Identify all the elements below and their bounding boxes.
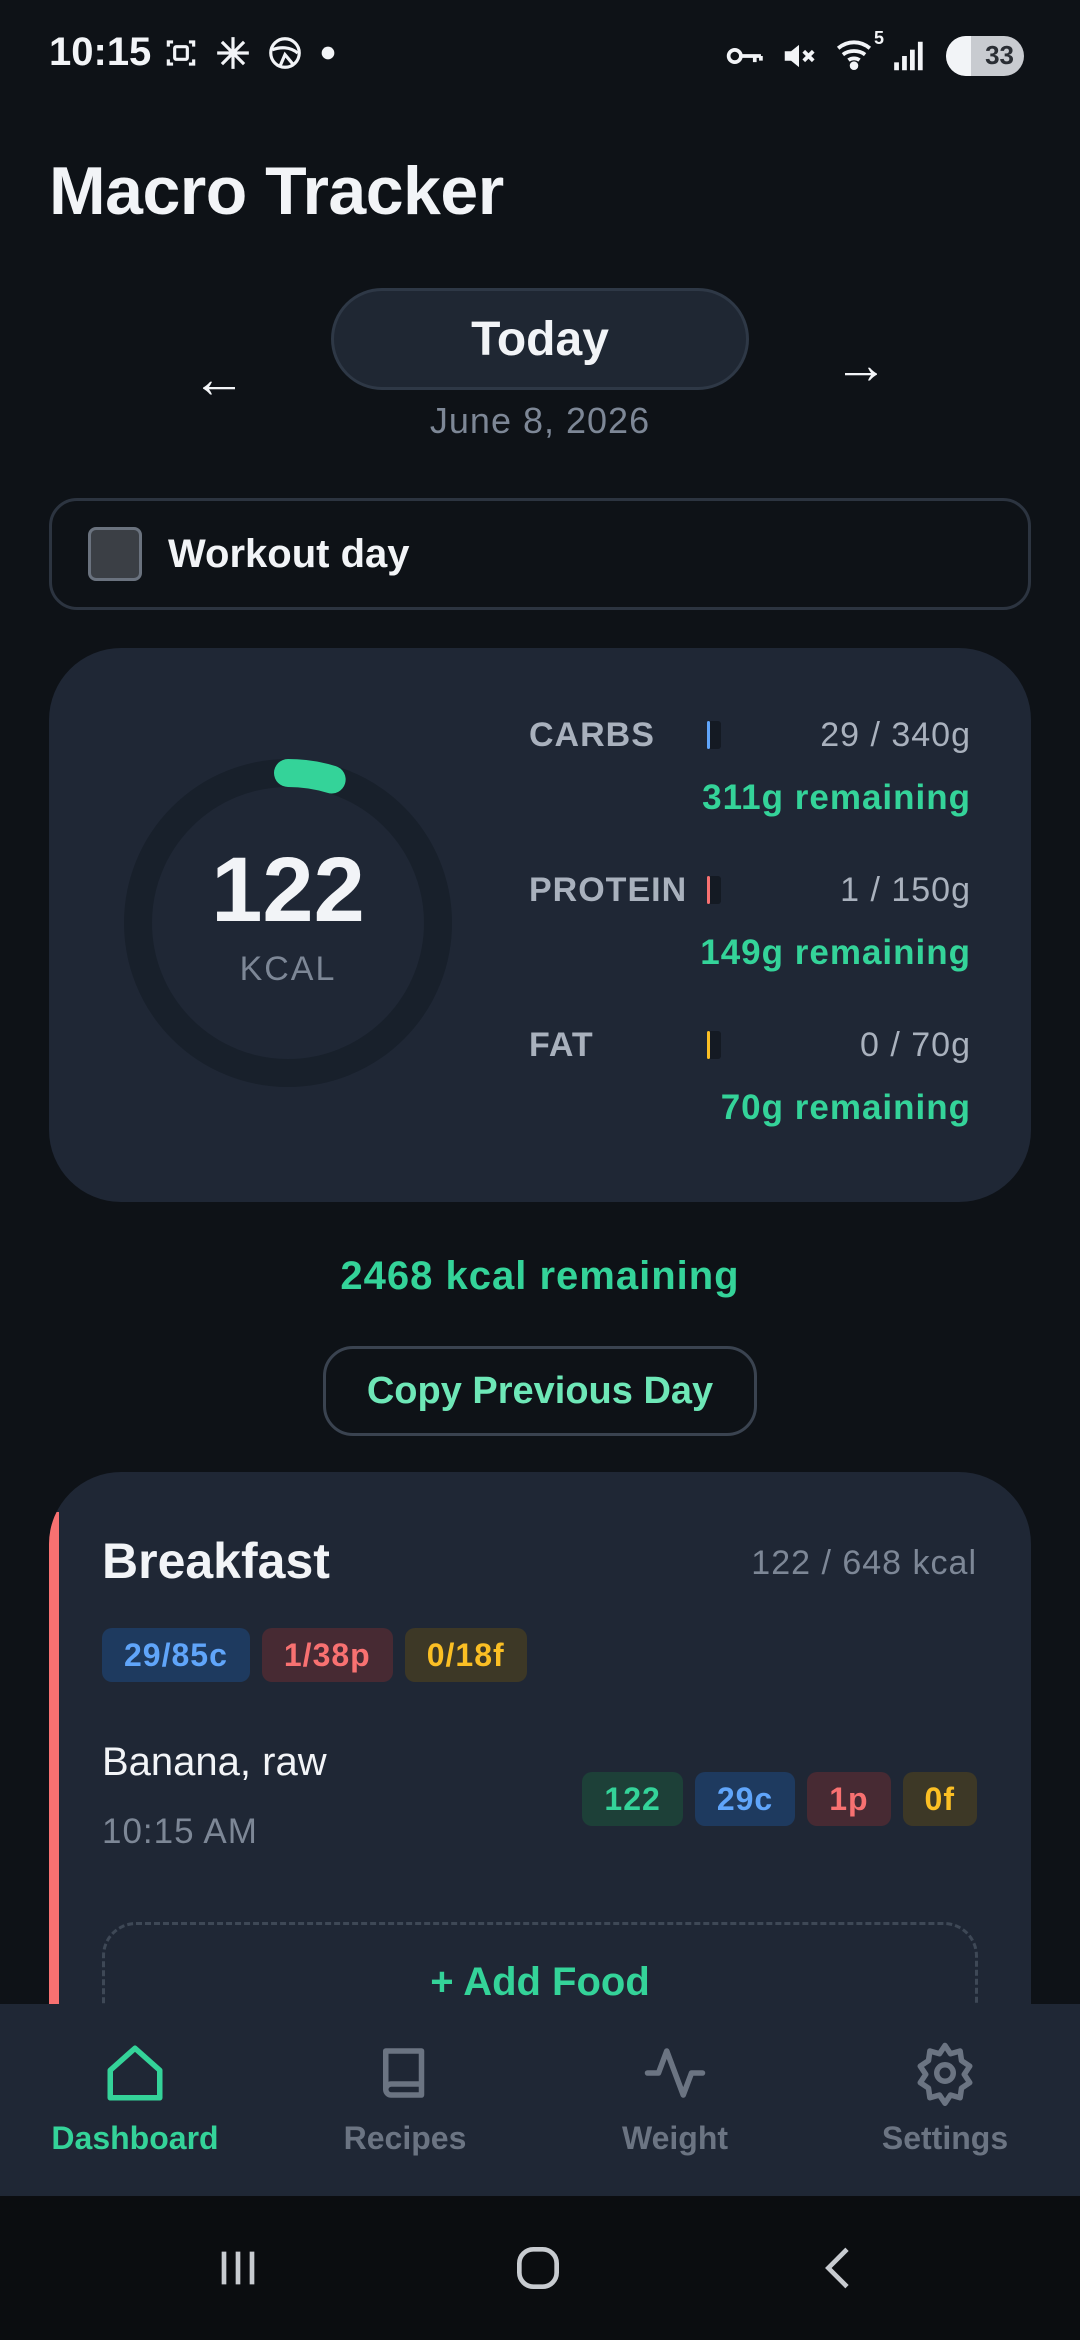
screenshot-icon [166, 40, 196, 66]
macro-amount: 0 / 70g [860, 1025, 971, 1064]
system-navigation-bar [0, 2196, 1080, 2340]
macro-remaining: 311g remaining [702, 778, 971, 817]
recent-apps-icon[interactable] [210, 2240, 266, 2296]
mute-icon [784, 44, 815, 67]
wifi-icon [836, 40, 872, 70]
activity-icon [644, 2048, 706, 2098]
today-button[interactable]: Today [331, 288, 749, 390]
nav-settings[interactable]: Settings [810, 2004, 1080, 2196]
back-icon[interactable] [812, 2240, 868, 2296]
calories-unit: KCAL [239, 950, 337, 988]
status-right-icons: 5 33 [724, 28, 1024, 77]
food-macro-chips: 122 29c 1p 0f [582, 1772, 977, 1826]
status-time: 10:15 [49, 30, 152, 74]
home-system-icon[interactable] [510, 2240, 566, 2296]
macro-name: CARBS [529, 715, 655, 754]
previous-day-button[interactable]: ← [192, 352, 246, 406]
food-name: Banana, raw [102, 1740, 327, 1784]
meal-carbs-chip: 29/85c [102, 1628, 250, 1682]
meal-title: Breakfast [102, 1533, 330, 1589]
pinwheel-icon [217, 37, 249, 69]
nav-label: Weight [621, 2120, 729, 2156]
food-carbs-chip: 29c [694, 1772, 796, 1826]
workout-day-checkbox[interactable] [88, 527, 142, 581]
calories-consumed: 122 [211, 839, 365, 941]
dashboard-screen: 10:15 5 33 Macro Tracker ← Today → June … [0, 0, 1080, 2340]
battery-level: 33 [985, 40, 1014, 70]
macro-progress-bar [707, 721, 721, 749]
nav-label: Recipes [343, 2120, 467, 2156]
macro-amount: 1 / 150g [840, 870, 971, 909]
nav-label: Dashboard [51, 2120, 219, 2156]
macro-protein: PROTEIN 1 / 150g 149g remaining [529, 865, 971, 973]
macro-name: FAT [529, 1025, 594, 1064]
food-calories-chip: 122 [582, 1772, 683, 1826]
key-icon [726, 47, 763, 64]
signal-icon [894, 41, 923, 70]
macro-carbs: CARBS 29 / 340g 311g remaining [529, 710, 971, 818]
current-date: June 8, 2026 [429, 400, 651, 441]
calories-remaining: 2468 kcal remaining [340, 1254, 740, 1298]
bottom-navigation: Dashboard Recipes Weight Settings [0, 2004, 1080, 2196]
macro-progress-bar [707, 876, 721, 904]
macro-name: PROTEIN [529, 870, 688, 909]
gear-icon [917, 2042, 973, 2106]
food-protein-chip: 1p [807, 1772, 891, 1826]
nav-label: Settings [881, 2120, 1009, 2156]
steering-icon [269, 37, 301, 69]
food-fat-chip: 0f [902, 1772, 977, 1826]
book-icon [383, 2048, 425, 2098]
nav-recipes[interactable]: Recipes [270, 2004, 540, 2196]
status-left-icons [162, 34, 338, 72]
page-title: Macro Tracker [49, 153, 504, 229]
wifi-indicator: 5 [834, 28, 884, 77]
copy-previous-day-button[interactable]: Copy Previous Day [323, 1346, 757, 1436]
meal-calories: 122 / 648 kcal [751, 1544, 977, 1582]
status-bar: 10:15 5 33 [0, 0, 1080, 110]
meal-fat-chip: 0/18f [404, 1628, 527, 1682]
nav-weight[interactable]: Weight [540, 2004, 810, 2196]
daily-summary-card: 122 KCAL CARBS 29 / 340g 311g remaining … [49, 648, 1031, 1202]
macro-fat: FAT 0 / 70g 70g remaining [529, 1020, 971, 1128]
wifi-badge: 5 [873, 28, 884, 48]
dot-icon [321, 46, 335, 60]
macro-amount: 29 / 340g [820, 715, 971, 754]
macro-remaining: 70g remaining [720, 1088, 971, 1127]
macro-remaining: 149g remaining [700, 933, 971, 972]
home-icon [107, 2045, 163, 2101]
meal-macro-chips: 29/85c 1/38p 0/18f [102, 1628, 527, 1682]
battery-indicator: 33 [946, 35, 1024, 76]
macro-progress-bar [707, 1031, 721, 1059]
nav-dashboard[interactable]: Dashboard [0, 2004, 270, 2196]
meal-protein-chip: 1/38p [261, 1628, 393, 1682]
food-time: 10:15 AM [102, 1812, 258, 1851]
next-day-button[interactable]: → [834, 338, 888, 392]
workout-day-toggle[interactable]: Workout day [49, 498, 1031, 610]
workout-day-label: Workout day [168, 531, 410, 576]
